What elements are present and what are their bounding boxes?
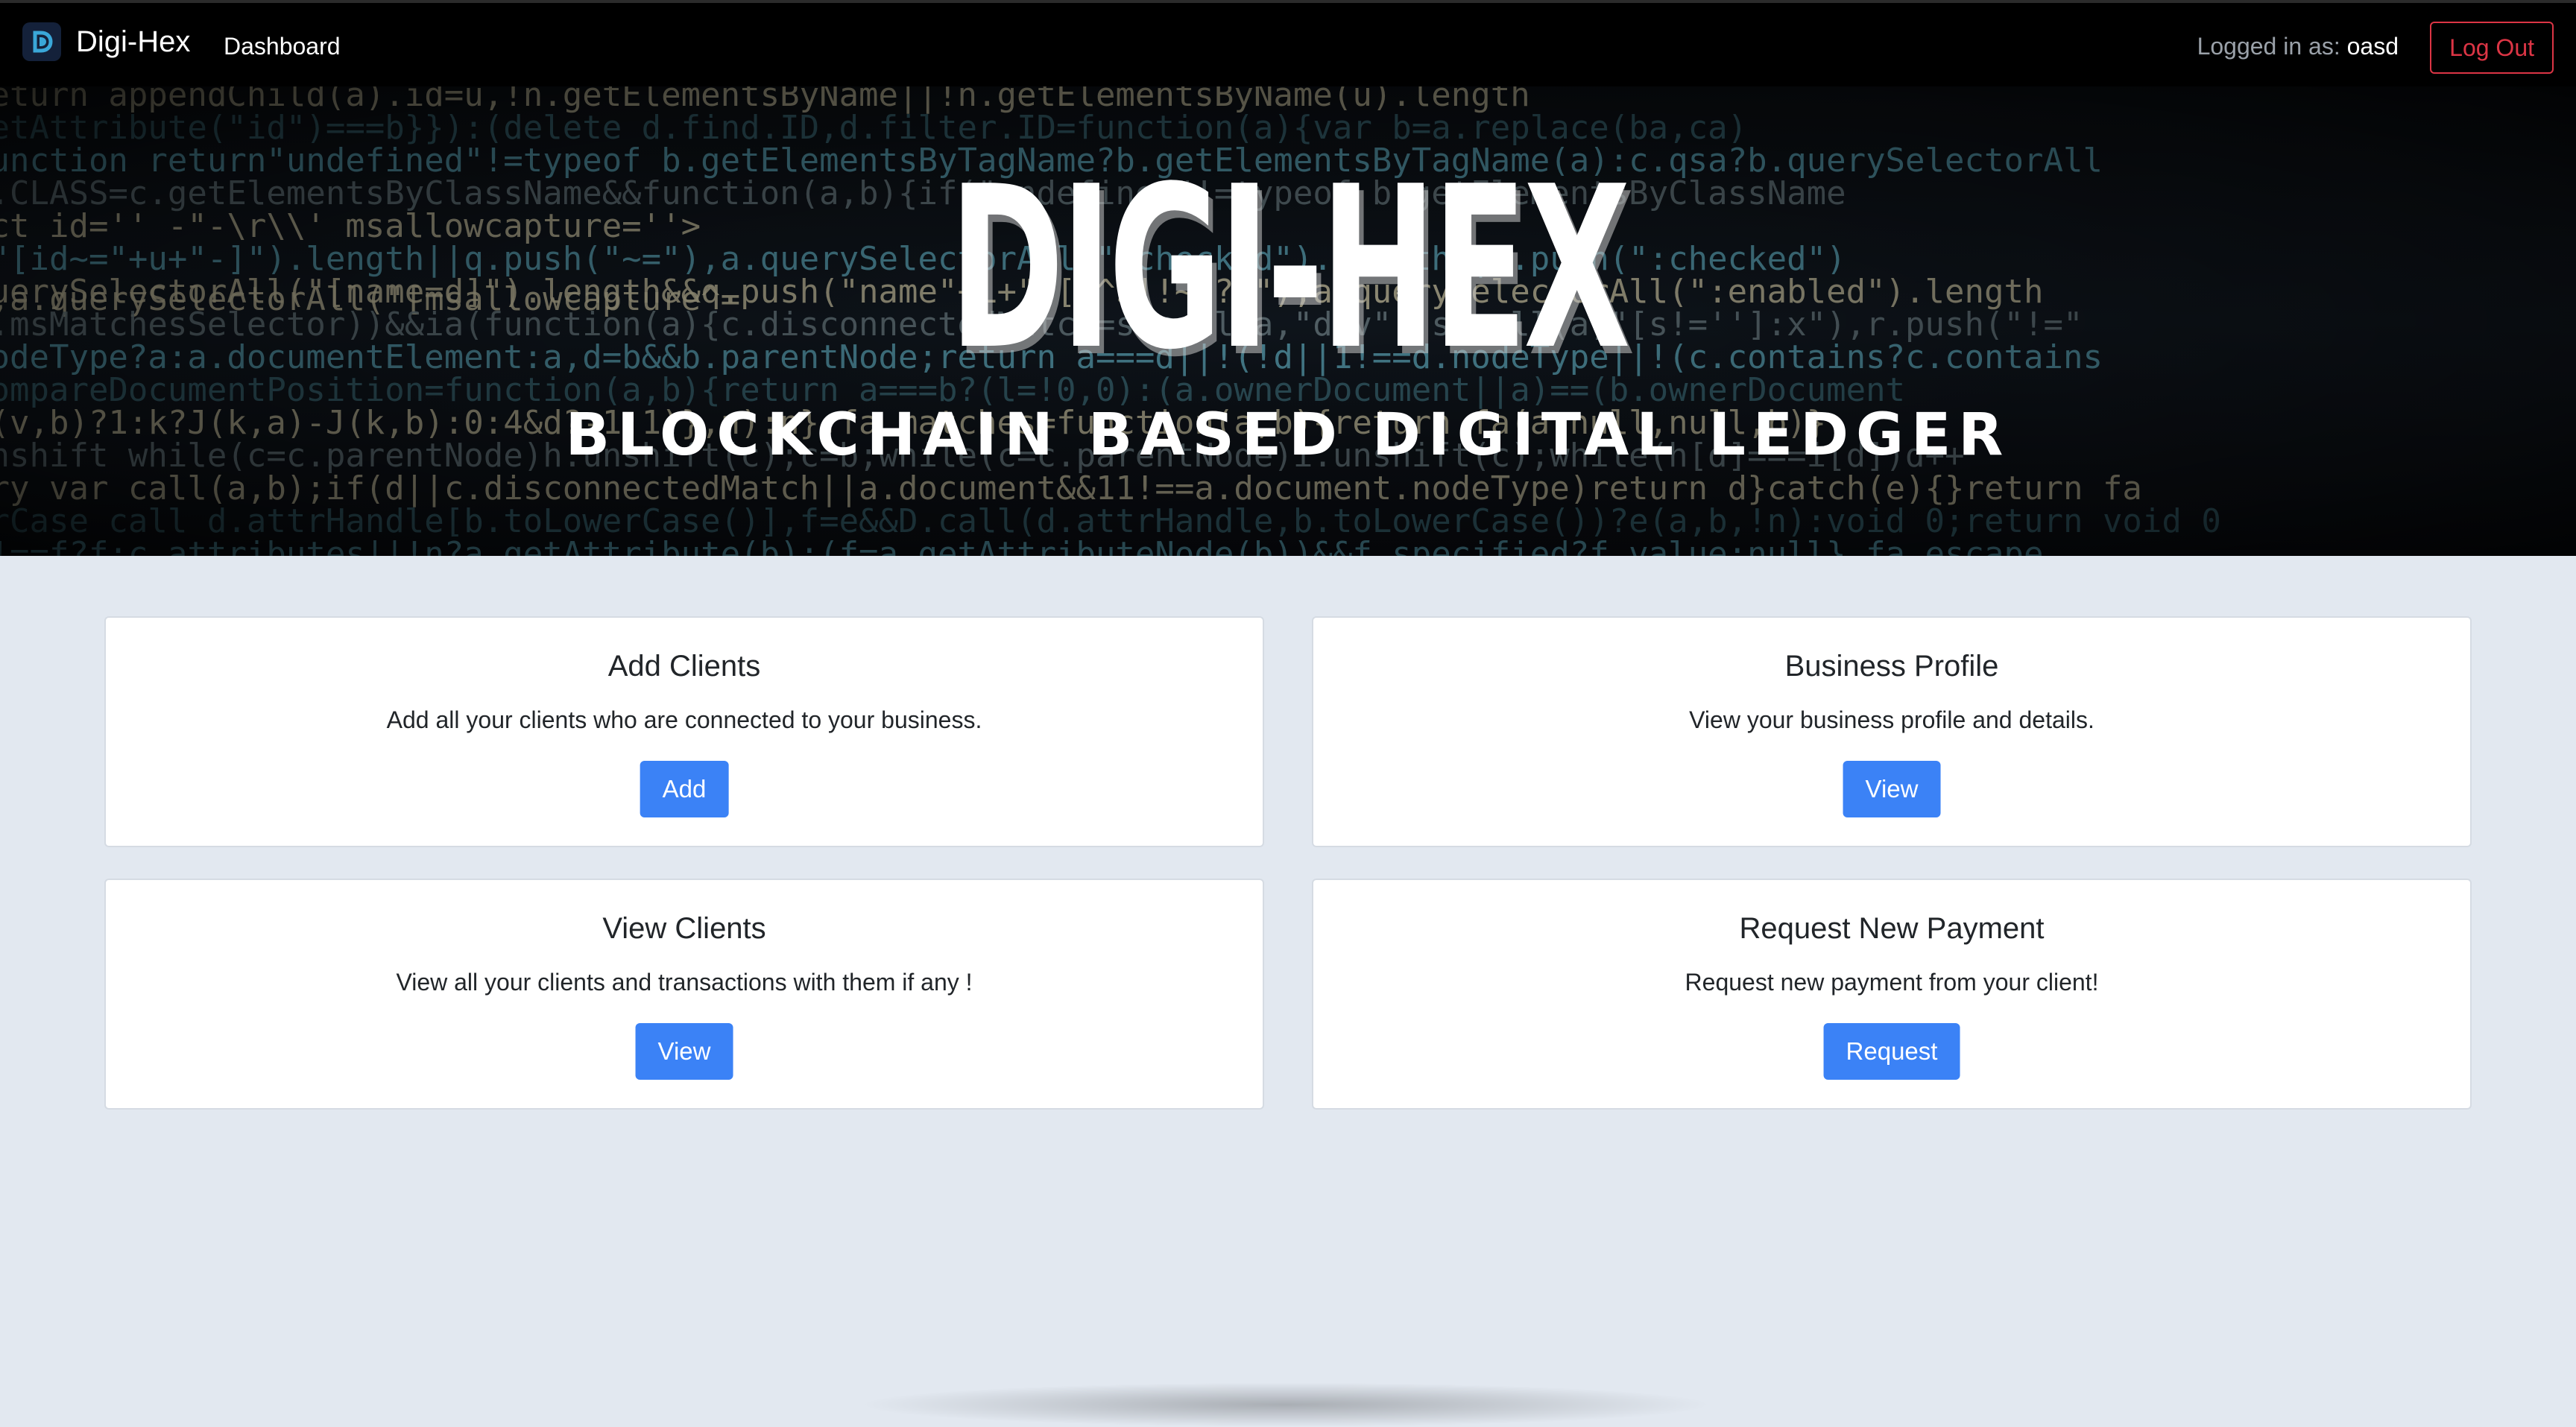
top-navbar: Digi-Hex Dashboard Logged in as: oasd Lo…: [0, 0, 2576, 86]
card-request-payment: Request New Payment Request new payment …: [1312, 879, 2472, 1110]
card-text: View your business profile and details.: [1689, 706, 2094, 733]
card-business-profile: Business Profile View your business prof…: [1312, 616, 2472, 847]
hero-banner: return appendChild(a).id=u,!n.getElement…: [0, 86, 2576, 556]
card-title: Request New Payment: [1739, 912, 2045, 945]
brand-logo-icon: [22, 22, 61, 61]
view-business-profile-button[interactable]: View: [1843, 761, 1941, 817]
card-text: View all your clients and transactions w…: [396, 969, 973, 996]
card-title: Add Clients: [607, 650, 761, 683]
card-title: View Clients: [602, 912, 766, 945]
login-label: Logged in as:: [2197, 33, 2340, 60]
hero-subtitle: BLOCKCHAIN BASED DIGITAL LEDGER: [565, 402, 2011, 469]
login-status: Logged in as: oasd: [2197, 30, 2399, 63]
card-add-clients: Add Clients Add all your clients who are…: [104, 616, 1264, 847]
brand-name: Digi-Hex: [76, 25, 191, 58]
add-clients-button[interactable]: Add: [640, 761, 729, 817]
card-title: Business Profile: [1784, 650, 1999, 683]
dashboard-cards: Add Clients Add all your clients who are…: [104, 616, 2472, 1110]
hero-title: DIGI-HEX: [949, 139, 1630, 399]
request-payment-button[interactable]: Request: [1823, 1023, 1960, 1080]
username: oasd: [2346, 33, 2399, 60]
brand[interactable]: Digi-Hex: [22, 22, 190, 61]
logout-button[interactable]: Log Out: [2430, 22, 2554, 74]
view-clients-button[interactable]: View: [635, 1023, 733, 1080]
card-view-clients: View Clients View all your clients and t…: [104, 879, 1264, 1110]
nav-link-dashboard[interactable]: Dashboard: [224, 30, 341, 63]
card-text: Add all your clients who are connected t…: [386, 706, 982, 733]
card-text: Request new payment from your client!: [1685, 969, 2099, 996]
